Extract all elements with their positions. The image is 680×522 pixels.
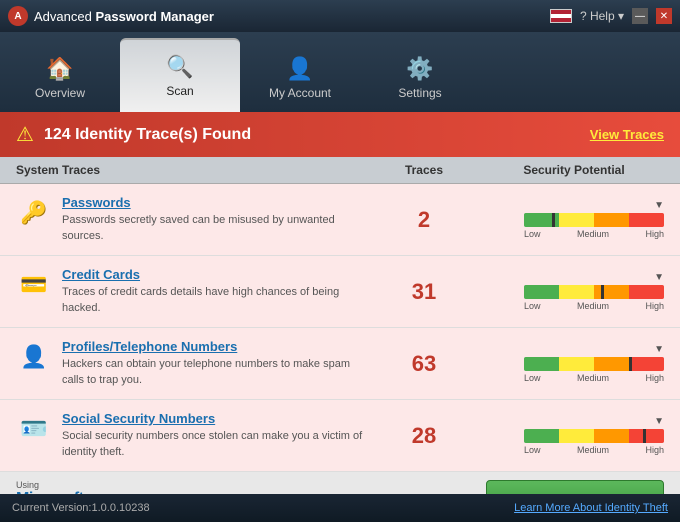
security-bar-credit-cards: ▼ Low Medium High bbox=[484, 272, 664, 311]
version-label: Current Version:1.0.0.10238 bbox=[12, 502, 150, 514]
bar-credit-cards bbox=[524, 285, 664, 299]
minimize-button[interactable]: — bbox=[632, 8, 648, 24]
app-icon: A bbox=[8, 6, 28, 26]
view-traces-link[interactable]: View Traces bbox=[590, 127, 664, 142]
tab-scan[interactable]: 🔍 Scan bbox=[120, 38, 240, 112]
dropdown-arrow-passwords[interactable]: ▼ bbox=[654, 200, 664, 211]
table-header: System Traces Traces Security Potential bbox=[0, 157, 680, 184]
trace-title-ssn[interactable]: Social Security Numbers bbox=[62, 411, 364, 426]
security-bar-ssn: ▼ Low Medium High bbox=[484, 416, 664, 455]
help-button[interactable]: ? Help ▾ bbox=[580, 9, 624, 23]
bar-profiles bbox=[524, 357, 664, 371]
trace-desc-profiles: Hackers can obtain your telephone number… bbox=[62, 357, 364, 388]
alert-icon: ⚠ bbox=[16, 122, 34, 147]
alert-banner: ⚠ 124 Identity Trace(s) Found View Trace… bbox=[0, 112, 680, 157]
status-bar: Current Version:1.0.0.10238 Learn More A… bbox=[0, 494, 680, 522]
col-system-traces: System Traces bbox=[16, 163, 364, 177]
bar-labels-ssn: Low Medium High bbox=[524, 445, 664, 455]
alert-left: ⚠ 124 Identity Trace(s) Found bbox=[16, 122, 251, 147]
content-area: ⚠ 124 Identity Trace(s) Found View Trace… bbox=[0, 112, 680, 494]
security-bar-passwords: ▼ Low Medium High bbox=[484, 200, 664, 239]
trace-count-passwords: 2 bbox=[364, 207, 484, 233]
footer-area: Using Microsoft Technologies Protect you… bbox=[0, 472, 680, 494]
trace-icon-passwords: 🔑 bbox=[16, 195, 52, 231]
bar-passwords bbox=[524, 213, 664, 227]
nav-toolbar: 🏠 Overview 🔍 Scan 👤 My Account ⚙️ Settin… bbox=[0, 32, 680, 112]
trace-icon-credit-cards: 💳 bbox=[16, 267, 52, 303]
title-bar: A Advanced Password Manager ? Help ▾ — ✕ bbox=[0, 0, 680, 32]
dropdown-arrow-ssn[interactable]: ▼ bbox=[654, 416, 664, 427]
trace-left-credit-cards: 💳 Credit Cards Traces of credit cards de… bbox=[16, 267, 364, 316]
trace-table: 🔑 Passwords Passwords secretly saved can… bbox=[0, 184, 680, 472]
trace-info-passwords: Passwords Passwords secretly saved can b… bbox=[62, 195, 364, 244]
title-bar-controls: ? Help ▾ — ✕ bbox=[550, 8, 672, 24]
language-flag[interactable] bbox=[550, 9, 572, 23]
trace-count-credit-cards: 31 bbox=[364, 279, 484, 305]
bar-indicator-ssn bbox=[643, 429, 646, 443]
trace-icon-ssn: 🪪 bbox=[16, 411, 52, 447]
trace-left-passwords: 🔑 Passwords Passwords secretly saved can… bbox=[16, 195, 364, 244]
bar-labels-credit-cards: Low Medium High bbox=[524, 301, 664, 311]
bar-ssn bbox=[524, 429, 664, 443]
app-title: Advanced Password Manager bbox=[34, 9, 214, 24]
trace-row-profiles: 👤 Profiles/Telephone Numbers Hackers can… bbox=[0, 328, 680, 400]
scan-icon: 🔍 bbox=[166, 54, 193, 80]
security-bar-profiles: ▼ Low Medium High bbox=[484, 344, 664, 383]
learn-more-link[interactable]: Learn More About Identity Theft bbox=[514, 502, 668, 514]
trace-icon-profiles: 👤 bbox=[16, 339, 52, 375]
protect-identity-button[interactable]: Protect your Identity bbox=[486, 480, 664, 494]
col-traces: Traces bbox=[364, 163, 484, 177]
trace-info-profiles: Profiles/Telephone Numbers Hackers can o… bbox=[62, 339, 364, 388]
using-label: Using bbox=[16, 480, 84, 490]
col-security: Security Potential bbox=[484, 163, 664, 177]
bar-indicator-profiles bbox=[629, 357, 632, 371]
tab-overview[interactable]: 🏠 Overview bbox=[0, 42, 120, 112]
bar-indicator-credit-cards bbox=[601, 285, 604, 299]
trace-count-profiles: 63 bbox=[364, 351, 484, 377]
account-icon: 👤 bbox=[286, 56, 313, 82]
trace-desc-passwords: Passwords secretly saved can be misused … bbox=[62, 213, 364, 244]
tab-account-label: My Account bbox=[269, 86, 331, 100]
trace-row-credit-cards: 💳 Credit Cards Traces of credit cards de… bbox=[0, 256, 680, 328]
trace-title-profiles[interactable]: Profiles/Telephone Numbers bbox=[62, 339, 364, 354]
close-button[interactable]: ✕ bbox=[656, 8, 672, 24]
trace-left-ssn: 🪪 Social Security Numbers Social securit… bbox=[16, 411, 364, 460]
tab-settings-label: Settings bbox=[398, 86, 441, 100]
tab-account[interactable]: 👤 My Account bbox=[240, 42, 360, 112]
tab-overview-label: Overview bbox=[35, 86, 85, 100]
dropdown-arrow-profiles[interactable]: ▼ bbox=[654, 344, 664, 355]
overview-icon: 🏠 bbox=[46, 56, 73, 82]
dropdown-arrow-credit-cards[interactable]: ▼ bbox=[654, 272, 664, 283]
trace-left-profiles: 👤 Profiles/Telephone Numbers Hackers can… bbox=[16, 339, 364, 388]
trace-row-ssn: 🪪 Social Security Numbers Social securit… bbox=[0, 400, 680, 472]
bar-indicator-passwords bbox=[552, 213, 555, 227]
trace-title-credit-cards[interactable]: Credit Cards bbox=[62, 267, 364, 282]
trace-title-passwords[interactable]: Passwords bbox=[62, 195, 364, 210]
trace-info-ssn: Social Security Numbers Social security … bbox=[62, 411, 364, 460]
trace-info-credit-cards: Credit Cards Traces of credit cards deta… bbox=[62, 267, 364, 316]
title-bar-left: A Advanced Password Manager bbox=[8, 6, 214, 26]
settings-icon: ⚙️ bbox=[406, 56, 433, 82]
trace-count-ssn: 28 bbox=[364, 423, 484, 449]
microsoft-logo: Using Microsoft Technologies bbox=[16, 480, 84, 494]
trace-desc-credit-cards: Traces of credit cards details have high… bbox=[62, 285, 364, 316]
alert-text: 124 Identity Trace(s) Found bbox=[44, 126, 251, 144]
trace-desc-ssn: Social security numbers once stolen can … bbox=[62, 429, 364, 460]
tab-scan-label: Scan bbox=[166, 84, 193, 98]
bar-labels-passwords: Low Medium High bbox=[524, 229, 664, 239]
trace-row-passwords: 🔑 Passwords Passwords secretly saved can… bbox=[0, 184, 680, 256]
bar-labels-profiles: Low Medium High bbox=[524, 373, 664, 383]
tab-settings[interactable]: ⚙️ Settings bbox=[360, 42, 480, 112]
